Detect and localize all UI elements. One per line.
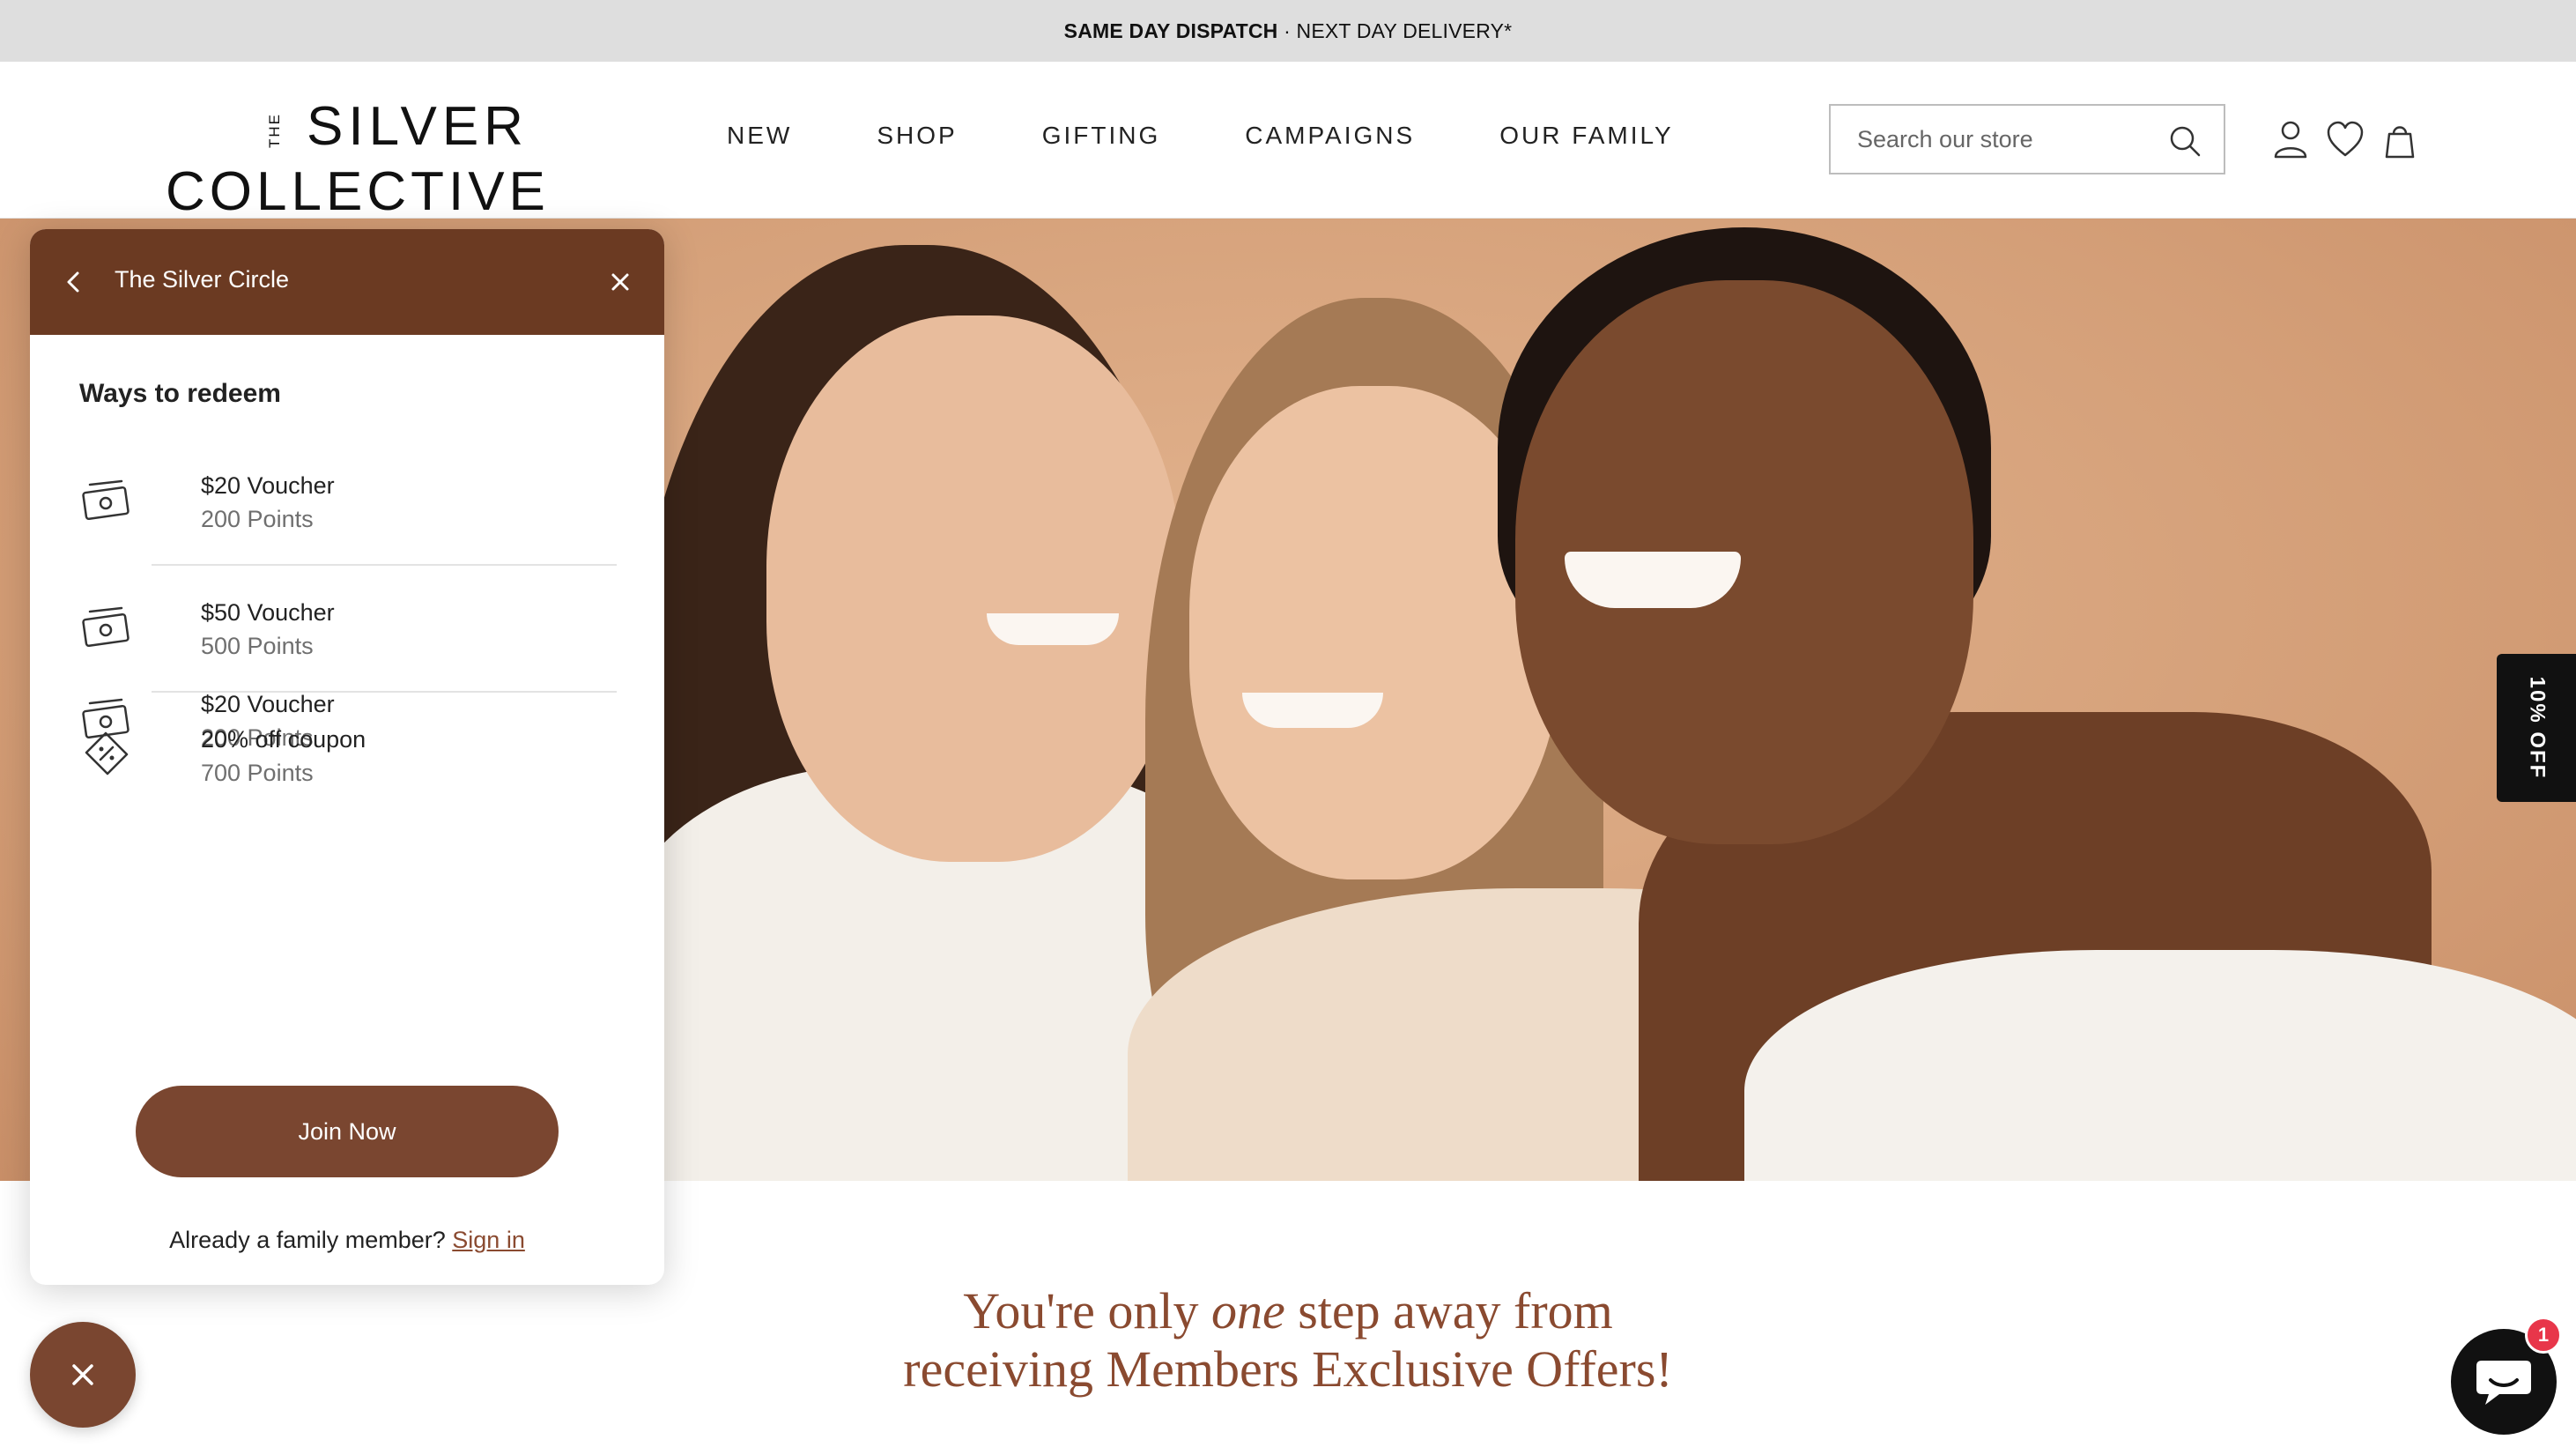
search-icon[interactable] xyxy=(2167,123,2202,159)
nav-item-shop[interactable]: SHOP xyxy=(877,122,957,150)
account-icon[interactable] xyxy=(2271,118,2310,160)
announcement-separator: · xyxy=(1277,19,1297,42)
discount-side-tab-label: 10% OFF xyxy=(2525,676,2550,780)
logo-the-text: THE xyxy=(266,113,283,148)
redeem-option[interactable]: $50 Voucher 500 Points xyxy=(79,564,625,691)
cash-voucher-icon xyxy=(82,479,130,521)
redeem-option-name: $50 Voucher xyxy=(201,599,335,626)
close-icon[interactable] xyxy=(603,264,638,300)
close-icon xyxy=(72,1364,93,1385)
model-smile xyxy=(1242,693,1383,728)
chat-notification-badge: 1 xyxy=(2525,1317,2562,1354)
nav-item-our-family[interactable]: OUR FAMILY xyxy=(1499,122,1674,150)
headline-emphasis: one xyxy=(1210,1282,1285,1339)
signin-link[interactable]: Sign in xyxy=(452,1227,525,1253)
announcement-bar: SAME DAY DISPATCH · NEXT DAY DELIVERY* xyxy=(0,0,2576,62)
logo-collective-text: COLLECTIVE xyxy=(166,161,550,222)
redeem-option-points: 700 Points xyxy=(201,760,314,786)
nav-item-new[interactable]: NEW xyxy=(727,122,792,150)
rewards-panel: The Silver Circle Ways to redeem $20 Vou… xyxy=(30,229,664,1285)
main-nav: NEW SHOP GIFTING CAMPAIGNS OUR FAMILY xyxy=(727,122,1674,150)
cash-voucher-icon xyxy=(82,606,130,648)
discount-side-tab[interactable]: 10% OFF xyxy=(2497,654,2576,802)
join-now-button[interactable]: Join Now xyxy=(136,1086,559,1177)
wishlist-heart-icon[interactable] xyxy=(2326,118,2365,160)
coupon-ticket-icon xyxy=(85,731,129,775)
model-smile xyxy=(987,613,1119,645)
signin-prompt: Already a family member? Sign in xyxy=(30,1227,664,1254)
nav-item-gifting[interactable]: GIFTING xyxy=(1042,122,1161,150)
search-input[interactable] xyxy=(1857,125,2157,153)
model-smile xyxy=(1565,552,1741,608)
redeem-option-name: 20% off coupon xyxy=(201,726,366,753)
rewards-panel-header: The Silver Circle xyxy=(30,229,664,335)
model-top xyxy=(1744,950,2576,1181)
redeem-option-points: 200 Points xyxy=(201,506,314,532)
redeem-option[interactable]: $20 Voucher 200 Points xyxy=(79,437,625,564)
announcement-text: NEXT DAY DELIVERY* xyxy=(1296,19,1513,42)
members-offers-headline: You're only one step away from receiving… xyxy=(0,1282,2576,1399)
ways-to-redeem-heading: Ways to redeem xyxy=(79,379,281,408)
logo-silver-text: SILVER xyxy=(307,96,529,157)
headline-line-2: receiving Members Exclusive Offers! xyxy=(903,1340,1673,1398)
nav-item-campaigns[interactable]: CAMPAIGNS xyxy=(1245,122,1415,150)
headline-line-1: You're only one step away from xyxy=(963,1282,1613,1339)
cart-bag-icon[interactable] xyxy=(2380,118,2419,160)
header-icons xyxy=(2271,118,2419,160)
search-box xyxy=(1829,104,2225,174)
rewards-panel-title: The Silver Circle xyxy=(115,266,290,293)
announcement-bold-text: SAME DAY DISPATCH xyxy=(1063,19,1278,42)
rewards-launcher-close-button[interactable] xyxy=(30,1322,136,1428)
site-logo[interactable]: THE SILVER COLLECTIVE xyxy=(166,79,545,222)
site-header: THE SILVER COLLECTIVE NEW SHOP GIFTING C… xyxy=(0,62,2576,222)
redeem-option-points: 500 Points xyxy=(201,633,314,659)
redeem-option[interactable]: 20% off coupon 700 Points xyxy=(79,691,625,818)
redeem-option-name: $20 Voucher xyxy=(201,472,335,499)
chat-bubble-icon xyxy=(2476,1361,2531,1405)
model-face xyxy=(766,315,1181,862)
back-chevron-icon[interactable] xyxy=(56,264,92,300)
signin-prompt-text: Already a family member? xyxy=(169,1227,446,1253)
